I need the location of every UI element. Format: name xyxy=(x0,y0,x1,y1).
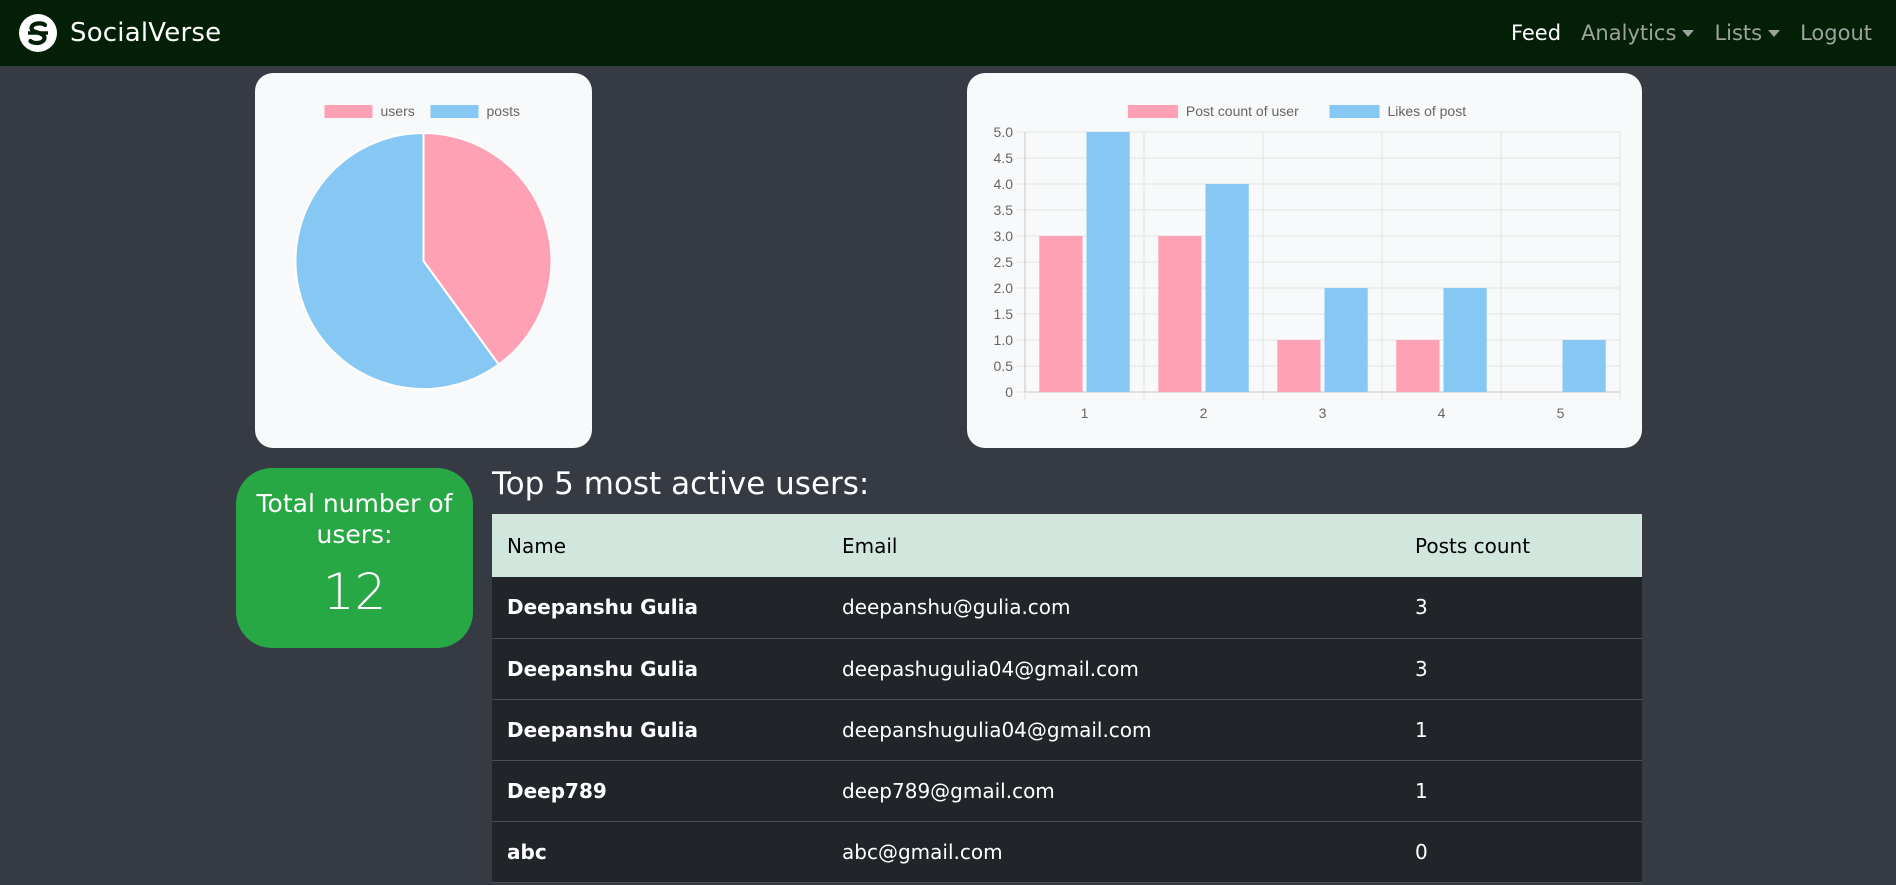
nav-lists-dropdown[interactable]: Lists xyxy=(1714,21,1781,45)
total-users-label: Total number of users: xyxy=(256,489,453,549)
table-row: Deepanshu Gulia deepanshu@gulia.com 3 xyxy=(492,577,1642,639)
legend-label: Post count of user xyxy=(1186,103,1299,119)
y-tick-label: 0 xyxy=(1005,384,1013,400)
x-tick-label: 5 xyxy=(1557,405,1565,421)
bar-post-count-3 xyxy=(1277,340,1321,392)
user-email-cell: deepanshugulia04@gmail.com xyxy=(827,699,1400,761)
table-header-row: Name Email Posts count xyxy=(492,514,1642,577)
bar-post-count-2 xyxy=(1158,236,1202,392)
bar-likes-2 xyxy=(1205,184,1249,392)
nav-lists-label: Lists xyxy=(1714,21,1763,45)
pie-chart-card: users posts xyxy=(255,73,592,448)
column-header-posts-count: Posts count xyxy=(1400,514,1642,577)
bar-likes-5 xyxy=(1562,340,1606,392)
bar-chart-card: Post count of user Likes of post 0 0.5 1.0 1.… xyxy=(967,73,1642,448)
user-name-cell: Deepanshu Gulia xyxy=(492,699,827,761)
user-posts-cell: 3 xyxy=(1400,577,1642,639)
bar-likes-3 xyxy=(1324,288,1368,392)
legend-label: posts xyxy=(487,103,520,119)
table-row: Deepanshu Gulia deepanshugulia04@gmail.c… xyxy=(492,699,1642,761)
legend-label: users xyxy=(381,103,415,119)
nav-analytics-label: Analytics xyxy=(1581,21,1677,45)
total-users-value: 12 xyxy=(322,563,387,621)
bar-likes-4 xyxy=(1443,288,1487,392)
user-name-cell: Deepanshu Gulia xyxy=(492,577,827,639)
brand-name: SocialVerse xyxy=(70,18,222,48)
x-tick-label: 1 xyxy=(1081,405,1089,421)
brand[interactable]: SocialVerse xyxy=(18,13,221,53)
socialverse-logo-icon xyxy=(19,14,57,52)
x-tick-label: 3 xyxy=(1319,405,1327,421)
bar-post-count-4 xyxy=(1396,340,1440,392)
legend-swatch xyxy=(1127,105,1178,118)
table-row: Deep789 deep789@gmail.com 1 xyxy=(492,760,1642,822)
nav-feed-link[interactable]: Feed xyxy=(1511,21,1561,45)
legend-swatch xyxy=(430,105,479,118)
user-name-cell: abc xyxy=(492,821,827,883)
y-tick-label: 3.5 xyxy=(994,202,1014,218)
total-users-card: Total number of users: 12 xyxy=(236,468,473,648)
y-tick-label: 5.0 xyxy=(994,124,1014,140)
y-tick-label: 2.0 xyxy=(994,280,1014,296)
legend-swatch xyxy=(1329,105,1380,118)
y-tick-label: 3.0 xyxy=(994,228,1014,244)
nav-analytics-dropdown[interactable]: Analytics xyxy=(1581,21,1695,45)
nav-logout-link[interactable]: Logout xyxy=(1800,21,1872,45)
nav-links: Feed Analytics Lists Logout xyxy=(1511,0,1872,66)
user-email-cell: deepashugulia04@gmail.com xyxy=(827,638,1400,700)
y-tick-label: 4.5 xyxy=(994,150,1014,166)
x-tick-label: 4 xyxy=(1438,405,1446,421)
y-tick-label: 1.0 xyxy=(994,332,1014,348)
user-posts-cell: 1 xyxy=(1400,760,1642,822)
y-tick-label: 0.5 xyxy=(994,358,1014,374)
chevron-down-icon xyxy=(1768,29,1781,37)
column-header-email: Email xyxy=(827,514,1400,577)
y-tick-label: 4.0 xyxy=(994,176,1014,192)
x-tick-label: 2 xyxy=(1200,405,1208,421)
navbar: SocialVerse Feed Analytics Lists Logout xyxy=(0,0,1896,66)
user-name-cell: Deepanshu Gulia xyxy=(492,638,827,700)
user-posts-cell: 0 xyxy=(1400,821,1642,883)
bar-post-count-1 xyxy=(1039,236,1083,392)
column-header-name: Name xyxy=(492,514,827,577)
legend-label: Likes of post xyxy=(1388,103,1467,119)
user-email-cell: deep789@gmail.com xyxy=(827,760,1400,822)
top-users-table: Name Email Posts count Deepanshu Gulia d… xyxy=(492,514,1642,883)
user-posts-cell: 3 xyxy=(1400,638,1642,700)
user-email-cell: deepanshu@gulia.com xyxy=(827,577,1400,639)
posts-likes-bar-chart: Post count of user Likes of post 0 0.5 1.0 1.… xyxy=(994,103,1621,421)
chevron-down-icon xyxy=(1682,29,1695,37)
table-row: Deepanshu Gulia deepashugulia04@gmail.co… xyxy=(492,638,1642,700)
y-tick-label: 2.5 xyxy=(994,254,1014,270)
bar-likes-1 xyxy=(1086,132,1130,392)
user-email-cell: abc@gmail.com xyxy=(827,821,1400,883)
user-posts-cell: 1 xyxy=(1400,699,1642,761)
y-tick-label: 1.5 xyxy=(994,306,1014,322)
user-name-cell: Deep789 xyxy=(492,760,827,822)
legend-swatch xyxy=(324,105,373,118)
users-posts-pie-chart: users posts xyxy=(294,103,553,390)
top-users-title: Top 5 most active users: xyxy=(492,466,870,502)
table-row: abc abc@gmail.com 0 xyxy=(492,821,1642,883)
